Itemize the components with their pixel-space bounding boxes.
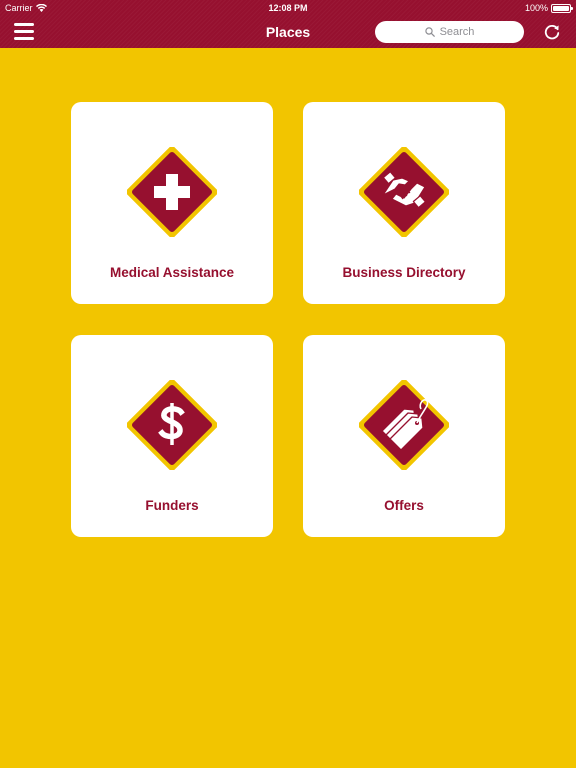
navigation-bar: Places Search — [0, 16, 576, 48]
search-icon — [424, 27, 435, 37]
status-bar: Carrier 12:08 PM 100% — [0, 0, 576, 16]
search-input[interactable]: Search — [375, 21, 524, 43]
tile-funders[interactable]: Funders — [71, 335, 273, 537]
tile-label: Business Directory — [342, 265, 466, 280]
top-bar: Carrier 12:08 PM 100% Places Search — [0, 0, 576, 48]
battery-fill — [553, 5, 569, 11]
tile-label: Medical Assistance — [109, 265, 235, 280]
tile-offers[interactable]: Offers — [303, 335, 505, 537]
tile-label: Funders — [145, 498, 199, 513]
search-placeholder: Search — [439, 26, 475, 38]
battery-percent: 100% — [524, 3, 548, 13]
battery-icon — [551, 3, 573, 13]
battery-status: 100% — [524, 3, 573, 13]
handshake-icon — [359, 147, 449, 237]
dollar-sign-icon — [127, 380, 217, 470]
price-tags-icon — [359, 380, 449, 470]
refresh-icon[interactable] — [543, 23, 561, 41]
tile-label: Offers — [384, 498, 424, 513]
status-time: 12:08 PM — [268, 3, 308, 13]
medical-cross-icon — [127, 147, 217, 237]
tile-medical-assistance[interactable]: Medical Assistance — [71, 102, 273, 304]
tile-business-directory[interactable]: Business Directory — [303, 102, 505, 304]
